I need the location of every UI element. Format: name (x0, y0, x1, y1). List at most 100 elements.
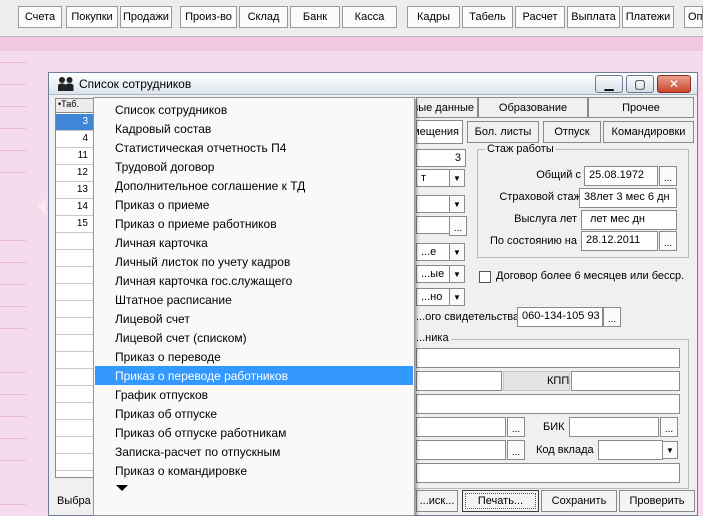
menu-item[interactable]: Приказ о приеме работников (95, 214, 413, 233)
chevron-down-icon[interactable]: ▼ (449, 195, 465, 213)
tab-personal-data[interactable]: ...вые данные (416, 97, 478, 118)
toolbar-button-prodazhi[interactable]: Продажи (120, 6, 172, 28)
menu-item[interactable]: Штатное расписание (95, 290, 413, 309)
ruler-line (0, 504, 26, 505)
ruler-line (0, 372, 26, 373)
tab-other[interactable]: Прочее (588, 97, 694, 118)
menu-item[interactable]: Трудовой договор (95, 157, 413, 176)
menu-item[interactable]: Приказ о приеме (95, 195, 413, 214)
contract-checkbox[interactable] (479, 271, 491, 283)
partial-select-5[interactable]: ...ые (416, 265, 451, 283)
bank-field-1[interactable] (416, 348, 680, 368)
toolbar-button-pokupki[interactable]: Покупки (66, 6, 118, 28)
ruler-line (0, 150, 26, 151)
menu-item[interactable]: Приказ о переводе (95, 347, 413, 366)
as-of-date-field[interactable]: 28.12.2011 (581, 231, 658, 251)
toolbar-button-raschet[interactable]: Расчет (515, 6, 565, 28)
ellipsis-button[interactable]: ... (449, 216, 467, 236)
toolbar-button-vyplata[interactable]: Выплата (567, 6, 620, 28)
menu-item[interactable]: Приказ о командировке (95, 461, 413, 480)
ruler-line (0, 62, 26, 63)
toolbar-button-tabel[interactable]: Табель (462, 6, 513, 28)
ruler-line (0, 84, 26, 85)
bank-field-5[interactable] (416, 440, 506, 460)
chevron-down-icon[interactable]: ▼ (449, 288, 465, 306)
ellipsis-button[interactable]: ... (659, 166, 677, 186)
partial-field-3[interactable] (416, 216, 451, 234)
ellipsis-button[interactable]: ... (603, 307, 621, 327)
menu-item[interactable]: Личный листок по учету кадров (95, 252, 413, 271)
work-experience-title: Стаж работы (485, 143, 556, 155)
insurance-experience-label: Страховой стаж (499, 191, 581, 203)
number-field[interactable]: 3 (416, 149, 466, 167)
tab-education[interactable]: Образование (478, 97, 588, 118)
bank-field-6[interactable] (416, 463, 680, 483)
check-button[interactable]: Проверить (619, 490, 695, 512)
window-title: Список сотрудников (79, 77, 192, 91)
partial-select-1[interactable]: т (416, 169, 451, 187)
tab-transfers[interactable]: ...мещения (416, 120, 463, 144)
search-button[interactable]: ...иск... (416, 490, 458, 512)
toolbar-button-kassa[interactable]: Касса (342, 6, 397, 28)
menu-item[interactable]: Лицевой счет (списком) (95, 328, 413, 347)
window-titlebar[interactable]: Список сотрудников ▁ ▢ ✕ (49, 73, 697, 95)
ruler-line (0, 284, 26, 285)
print-button[interactable]: Печать... (462, 490, 539, 512)
toolbar-button-kadry[interactable]: Кадры (407, 6, 460, 28)
save-button[interactable]: Сохранить (541, 490, 617, 512)
chevron-down-icon[interactable]: ▼ (449, 265, 465, 283)
close-button[interactable]: ✕ (657, 75, 691, 93)
ellipsis-button[interactable]: ... (659, 231, 677, 251)
people-icon (58, 77, 74, 91)
kpp-label: КПП (547, 375, 570, 387)
menu-item[interactable]: Записка-расчет по отпускным (95, 442, 413, 461)
partial-select-4[interactable]: ...е (416, 243, 451, 261)
kpp-field[interactable] (571, 371, 680, 391)
as-of-date-label: По состоянию на (489, 235, 577, 247)
ruler-line (0, 262, 26, 263)
main-toolbar: Счета Покупки Продажи Произ-во Склад Бан… (0, 0, 703, 37)
toolbar-button-platezhi[interactable]: Платежи (622, 6, 674, 28)
bank-field-2[interactable] (416, 371, 502, 391)
ellipsis-button[interactable]: ... (507, 440, 525, 460)
chevron-down-icon[interactable]: ▼ (449, 243, 465, 261)
tab-business-trips[interactable]: Командировки (603, 121, 694, 143)
tab-sick-leave[interactable]: Бол. листы (467, 121, 539, 143)
bank-field-3[interactable] (416, 394, 680, 414)
bank-field-4[interactable] (416, 417, 506, 437)
menu-item[interactable]: Приказ о переводе работников (95, 366, 413, 385)
menu-item[interactable]: Приказ об отпуске работникам (95, 423, 413, 442)
menu-item[interactable]: Дополнительное соглашение к ТД (95, 176, 413, 195)
toolbar-button-scheta[interactable]: Счета (18, 6, 62, 28)
menu-item[interactable]: Личная карточка гос.служащего (95, 271, 413, 290)
bik-field[interactable] (569, 417, 659, 437)
ellipsis-button[interactable]: ... (660, 417, 678, 437)
desktop-notch (38, 197, 46, 215)
ellipsis-button[interactable]: ... (507, 417, 525, 437)
ruler-line (0, 106, 26, 107)
chevron-down-icon[interactable]: ▼ (662, 441, 678, 459)
partial-select-6[interactable]: ...но (416, 288, 451, 306)
menu-item[interactable]: График отпусков (95, 385, 413, 404)
toolbar-button-proizvo[interactable]: Произ-во (180, 6, 237, 28)
menu-item[interactable]: Список сотрудников (95, 100, 413, 119)
menu-item[interactable]: Личная карточка (95, 233, 413, 252)
scroll-down-arrow-icon[interactable] (116, 485, 128, 491)
toolbar-button-op[interactable]: Оп (684, 6, 703, 28)
chevron-down-icon[interactable]: ▼ (449, 169, 465, 187)
insurance-experience-value: 38лет 3 мес 6 дн (579, 188, 677, 208)
minimize-button[interactable]: ▁ (595, 75, 623, 93)
menu-item[interactable]: Лицевой счет (95, 309, 413, 328)
deposit-code-select[interactable] (598, 440, 663, 460)
total-experience-date[interactable]: 25.08.1972 (584, 166, 658, 186)
tab-vacation[interactable]: Отпуск (543, 121, 601, 143)
partial-select-2[interactable] (416, 195, 451, 213)
toolbar-button-sklad[interactable]: Склад (239, 6, 288, 28)
maximize-button[interactable]: ▢ (626, 75, 654, 93)
ruler-line (0, 438, 26, 439)
menu-item[interactable]: Кадровый состав (95, 119, 413, 138)
toolbar-button-bank[interactable]: Банк (290, 6, 340, 28)
menu-item[interactable]: Статистическая отчетность П4 (95, 138, 413, 157)
menu-item[interactable]: Приказ об отпуске (95, 404, 413, 423)
certificate-number[interactable]: 060-134-105 93 (517, 307, 603, 327)
